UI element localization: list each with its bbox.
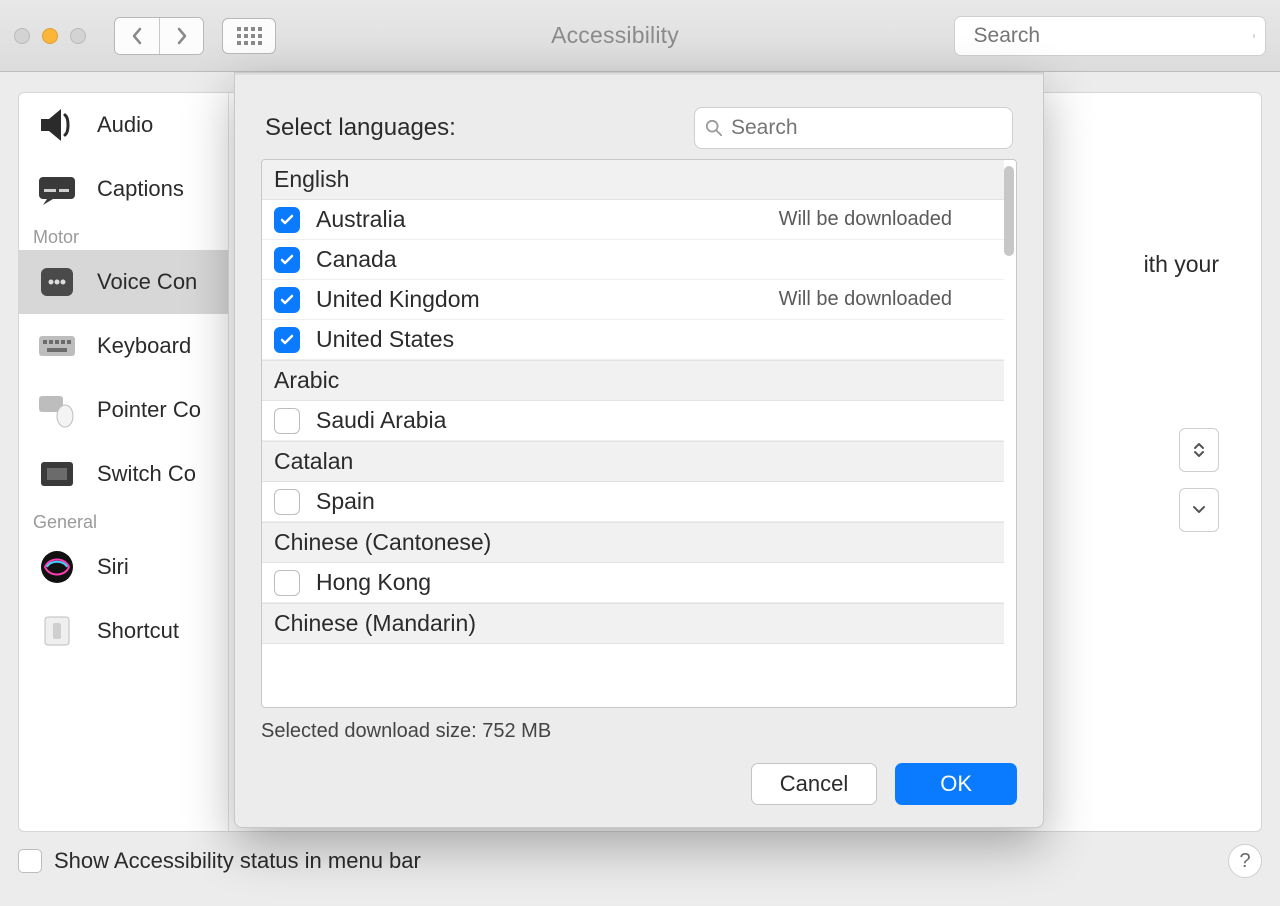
language-row[interactable]: Saudi Arabia xyxy=(262,401,1004,441)
language-note: Will be downloaded xyxy=(779,288,992,311)
sidebar-item-label: Shortcut xyxy=(97,618,179,644)
language-label: Australia xyxy=(316,206,405,233)
fullscreen-window-icon[interactable] xyxy=(70,28,86,44)
sidebar: Audio Captions Motor Voice Con Keyboa xyxy=(19,93,229,831)
show-status-checkbox[interactable] xyxy=(18,849,42,873)
download-size-label: Selected download size: 752 MB xyxy=(261,720,1017,743)
language-label: Hong Kong xyxy=(316,569,431,596)
language-group-header: English xyxy=(262,160,1004,200)
sidebar-item-keyboard[interactable]: Keyboard xyxy=(19,314,228,378)
sidebar-item-voice-control[interactable]: Voice Con xyxy=(19,250,228,314)
language-label: Saudi Arabia xyxy=(316,407,446,434)
language-group-header: Chinese (Mandarin) xyxy=(262,603,1004,644)
toolbar-search[interactable] xyxy=(954,16,1266,56)
forward-button[interactable] xyxy=(159,18,203,54)
language-row[interactable]: Spain xyxy=(262,482,1004,522)
rhs-text-fragment: ith your xyxy=(1144,251,1219,278)
language-dropdown-stepper[interactable] xyxy=(1179,428,1219,472)
language-row[interactable]: United States xyxy=(262,320,1004,360)
sheet-search[interactable] xyxy=(694,107,1013,149)
stepper-icon xyxy=(1193,440,1205,460)
language-list-scroll[interactable]: English Australia Will be downloaded Canada… xyxy=(262,160,1004,707)
sheet-search-input[interactable] xyxy=(731,116,1002,140)
language-group-header: Catalan xyxy=(262,441,1004,482)
show-all-button[interactable] xyxy=(222,18,276,54)
language-checkbox[interactable] xyxy=(274,408,300,434)
language-checkbox[interactable] xyxy=(274,287,300,313)
keyboard-icon xyxy=(33,324,81,368)
close-window-icon[interactable] xyxy=(14,28,30,44)
mouse-icon xyxy=(33,388,81,432)
language-label: Spain xyxy=(316,488,375,515)
sidebar-item-switch-control[interactable]: Switch Co xyxy=(19,442,228,506)
search-caret-hint xyxy=(1253,34,1255,38)
language-row[interactable]: Hong Kong xyxy=(262,563,1004,603)
sidebar-item-shortcut[interactable]: Shortcut xyxy=(19,599,228,663)
language-row[interactable]: Australia Will be downloaded xyxy=(262,200,1004,240)
sheet-title: Select languages: xyxy=(265,114,456,142)
sidebar-item-label: Switch Co xyxy=(97,461,196,487)
sidebar-item-audio[interactable]: Audio xyxy=(19,93,228,157)
sidebar-item-pointer-control[interactable]: Pointer Co xyxy=(19,378,228,442)
help-button[interactable]: ? xyxy=(1228,844,1262,878)
show-status-label: Show Accessibility status in menu bar xyxy=(54,848,421,874)
captions-icon xyxy=(33,167,81,211)
language-group-header: Chinese (Cantonese) xyxy=(262,522,1004,563)
search-icon xyxy=(965,27,966,45)
toolbar-search-input[interactable] xyxy=(974,24,1245,48)
sheet-footer: Selected download size: 752 MB Cancel OK xyxy=(261,708,1017,805)
speaker-icon xyxy=(33,103,81,147)
language-label: United Kingdom xyxy=(316,286,480,313)
nav-back-forward xyxy=(114,17,204,55)
switch-control-icon xyxy=(33,452,81,496)
sidebar-section-general: General xyxy=(19,506,228,535)
sheet-header: Select languages: xyxy=(261,93,1017,159)
language-checkbox[interactable] xyxy=(274,570,300,596)
sidebar-item-label: Voice Con xyxy=(97,269,197,295)
window-title: Accessibility xyxy=(286,22,944,49)
sidebar-item-label: Audio xyxy=(97,112,153,138)
language-row[interactable]: Canada xyxy=(262,240,1004,280)
shortcut-icon xyxy=(33,609,81,653)
footer-row: Show Accessibility status in menu bar ? xyxy=(18,844,1262,878)
back-button[interactable] xyxy=(115,18,159,54)
sidebar-item-label: Captions xyxy=(97,176,184,202)
microphone-dropdown-caret[interactable] xyxy=(1179,488,1219,532)
search-icon xyxy=(705,119,723,137)
sidebar-item-label: Pointer Co xyxy=(97,397,201,423)
language-checkbox[interactable] xyxy=(274,327,300,353)
sidebar-section-motor: Motor xyxy=(19,221,228,250)
sidebar-item-label: Siri xyxy=(97,554,129,580)
minimize-window-icon[interactable] xyxy=(42,28,58,44)
voice-control-icon xyxy=(33,260,81,304)
language-group-header: Arabic xyxy=(262,360,1004,401)
language-note: Will be downloaded xyxy=(779,208,992,231)
language-checkbox[interactable] xyxy=(274,489,300,515)
language-checkbox[interactable] xyxy=(274,207,300,233)
language-sheet: Select languages: English Australia Will b… xyxy=(234,72,1044,828)
language-label: United States xyxy=(316,326,454,353)
sidebar-item-captions[interactable]: Captions xyxy=(19,157,228,221)
sidebar-item-label: Keyboard xyxy=(97,333,191,359)
ok-button[interactable]: OK xyxy=(895,763,1017,805)
language-row[interactable]: United Kingdom Will be downloaded xyxy=(262,280,1004,320)
traffic-lights xyxy=(14,28,86,44)
language-label: Canada xyxy=(316,246,397,273)
siri-icon xyxy=(33,545,81,589)
sidebar-item-siri[interactable]: Siri xyxy=(19,535,228,599)
language-checkbox[interactable] xyxy=(274,247,300,273)
scrollbar-thumb[interactable] xyxy=(1004,166,1014,256)
window-toolbar: Accessibility xyxy=(0,0,1280,72)
chevron-down-icon xyxy=(1192,505,1206,515)
language-list: English Australia Will be downloaded Canada… xyxy=(261,159,1017,708)
cancel-button[interactable]: Cancel xyxy=(751,763,877,805)
grid-icon xyxy=(237,27,262,45)
